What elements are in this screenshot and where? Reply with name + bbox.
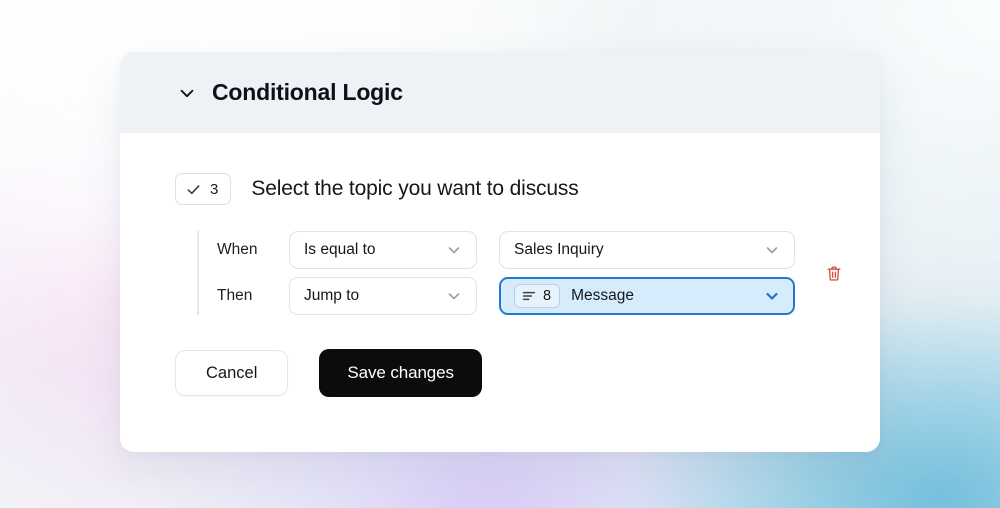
rule-row-when: When Is equal to Sales Inquiry: [217, 231, 795, 269]
chevron-down-icon: [436, 288, 462, 304]
rule-label-when: When: [217, 241, 258, 258]
then-target-number: 8: [543, 287, 552, 304]
trash-icon: [826, 265, 842, 282]
card-actions: Cancel Save changes: [175, 349, 880, 397]
checkmark-icon: [186, 182, 201, 197]
rule-label-then: Then: [217, 287, 253, 304]
chevron-down-icon: [754, 242, 780, 258]
chevron-down-icon: [754, 288, 780, 304]
question-row: 3 Select the topic you want to discuss: [175, 173, 880, 205]
rules-section: When Is equal to Sales Inquiry Then Jump…: [175, 231, 880, 315]
when-operator-value: Is equal to: [304, 241, 376, 258]
chevron-down-icon: [436, 242, 462, 258]
rule-group: When Is equal to Sales Inquiry Then Jump…: [197, 231, 795, 315]
text-lines-icon: [522, 290, 536, 302]
when-value-text: Sales Inquiry: [514, 241, 604, 258]
when-value-select[interactable]: Sales Inquiry: [499, 231, 795, 269]
chevron-down-icon[interactable]: [178, 84, 212, 102]
rule-row-then: Then Jump to 8 Message: [217, 277, 795, 315]
then-action-select[interactable]: Jump to: [289, 277, 477, 315]
question-type-badge: 3: [175, 173, 232, 205]
conditional-logic-card: Conditional Logic 3 Select the topic you…: [120, 52, 880, 452]
when-operator-select[interactable]: Is equal to: [289, 231, 477, 269]
card-body: 3 Select the topic you want to discuss W…: [120, 133, 880, 452]
delete-rule-button[interactable]: [821, 260, 847, 286]
then-action-value: Jump to: [304, 287, 360, 304]
card-header[interactable]: Conditional Logic: [120, 52, 880, 133]
save-changes-button[interactable]: Save changes: [319, 349, 482, 397]
cancel-button[interactable]: Cancel: [175, 350, 289, 396]
question-title: Select the topic you want to discuss: [251, 177, 579, 200]
then-target-select[interactable]: 8 Message: [499, 277, 795, 315]
question-number: 3: [210, 180, 219, 198]
card-title: Conditional Logic: [212, 79, 403, 105]
then-target-badge: 8: [514, 284, 561, 308]
then-target-value: Message: [571, 287, 634, 304]
